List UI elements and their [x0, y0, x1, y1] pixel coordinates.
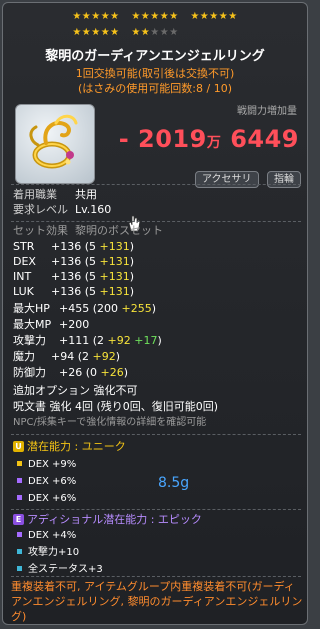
tag-ring: 指輪	[267, 171, 301, 188]
additional-option: 追加オプション 強化不可	[13, 384, 138, 397]
divider	[11, 509, 301, 510]
bullet-icon	[17, 478, 22, 483]
stat-line-mp: 最大MP +200	[13, 318, 90, 331]
bullet-icon	[17, 549, 22, 554]
handwritten-note: 8.5g	[158, 475, 190, 491]
ring-icon	[29, 114, 78, 169]
combat-power-label: 戦闘力増加量	[237, 106, 297, 117]
divider	[11, 184, 301, 185]
item-title: 黎明のガーディアンエンジェルリング	[45, 49, 265, 64]
additional-potential-label: アディショナル潜在能力 : エピック	[27, 513, 202, 526]
additional-potential-header: E アディショナル潜在能力 : エピック	[13, 513, 202, 527]
npc-hint: NPC/採集キーで強化情報の詳細を確認可能	[13, 417, 207, 428]
bullet-icon	[17, 461, 22, 466]
combat-power-unit: 万	[206, 135, 222, 151]
stat-line-matk: 魔力 +94 (2 +92)	[13, 350, 121, 363]
combat-power-rest: 6449	[230, 125, 299, 153]
set-effect-name: 黎明のボスセット	[75, 224, 163, 237]
item-icon-frame	[15, 104, 95, 184]
star-force-row-1: ★★★★★ ★★★★★ ★★★★★	[3, 11, 307, 23]
stat-line: STR +136 (5 +131)	[13, 240, 135, 253]
bullet-icon	[17, 532, 22, 537]
combat-power-main: - 2019	[118, 125, 207, 153]
required-job-value: 共用	[75, 188, 97, 201]
stat-line: LUK +136 (5 +131)	[13, 285, 135, 298]
unique-badge-icon: U	[13, 441, 24, 452]
potential-line: DEX +6%	[17, 475, 76, 489]
additional-line: DEX +4%	[17, 529, 76, 543]
additional-line: 攻撃力+10	[17, 546, 79, 560]
potential-header: U 潜在能力 : ユニーク	[13, 440, 126, 454]
stat-line-atk: 攻撃力 +111 (2 +92 +17)	[13, 334, 162, 347]
set-effect: セット効果 黎明のボスセット	[13, 224, 163, 238]
tag-accessory: アクセサリ	[195, 171, 259, 188]
required-level-value: Lv.160	[75, 203, 112, 216]
set-effect-label: セット効果	[13, 224, 68, 237]
epic-badge-icon: E	[13, 514, 24, 525]
scroll-upgrade: 呪文書 強化 4回 (残り0回、復旧可能0回)	[13, 400, 219, 413]
star-group: ★★★★★	[131, 11, 179, 22]
required-level: 要求レベル Lv.160	[13, 203, 111, 217]
scissors-info: (はさみの使用可能回数:8 / 10)	[78, 82, 232, 95]
required-level-label: 要求レベル	[13, 203, 68, 216]
item-tooltip: ★★★★★ ★★★★★ ★★★★★ ★★★★★ ★★★★★ ★★★★★ 黎明のガ…	[2, 2, 308, 625]
trade-info: 1回交換可能(取引後は交換不可)	[75, 67, 235, 80]
bullet-icon	[17, 566, 22, 571]
star-force-row-2: ★★★★★ ★★★★★ ★★★★★	[3, 27, 307, 39]
required-job-label: 着用職業	[13, 188, 57, 201]
bullet-icon	[17, 495, 22, 500]
divider	[11, 576, 301, 577]
equip-restriction: 重複装着不可, アイテムグループ内重複装着不可(ガーディアンエンジェルリング, …	[11, 580, 303, 623]
stat-line: DEX +136 (5 +131)	[13, 255, 135, 268]
star-group: ★★★★★	[72, 11, 120, 22]
potential-label: 潜在能力 : ユニーク	[27, 440, 126, 453]
additional-line: 全ステータス+3	[17, 563, 103, 577]
combat-power-value: - 2019万 6449	[119, 125, 299, 153]
required-job: 着用職業 共用	[13, 188, 97, 202]
divider	[11, 434, 301, 435]
star-group: ★★★★★	[190, 11, 238, 22]
stat-line: INT +136 (5 +131)	[13, 270, 135, 283]
star-group-empty: ★★★	[150, 27, 179, 38]
stat-line-hp: 最大HP +455 (200 +255)	[13, 302, 157, 315]
stat-line-def: 防御力 +26 (0 +26)	[13, 366, 129, 379]
divider	[11, 221, 301, 222]
star-group: ★★	[131, 27, 151, 38]
star-group: ★★★★★	[72, 27, 120, 38]
potential-line: DEX +9%	[17, 458, 76, 472]
potential-line: DEX +6%	[17, 492, 76, 506]
